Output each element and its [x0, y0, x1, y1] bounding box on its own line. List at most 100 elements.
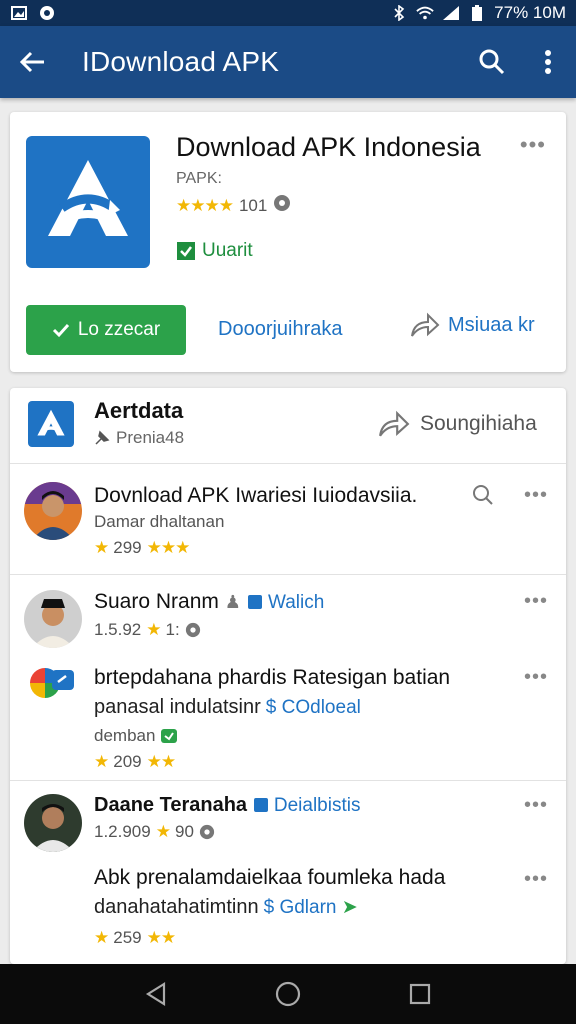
- battery-icon: [468, 5, 486, 21]
- star-icon: ★: [146, 620, 161, 639]
- wifi-icon: [416, 5, 434, 21]
- nav-home-button[interactable]: [268, 974, 308, 1014]
- review-more-button[interactable]: •••: [524, 868, 548, 891]
- pin-icon: [95, 430, 110, 445]
- rating-row: ★★★★ 101: [176, 194, 291, 217]
- more-vert-icon: [545, 50, 551, 74]
- review-rating-num: 299: [113, 538, 142, 557]
- bluetooth-icon: [390, 5, 408, 21]
- review-stars: ★★: [146, 928, 177, 947]
- verified-badge: Uuarit: [176, 240, 253, 262]
- section-subtitle-text: Prenia48: [116, 428, 185, 447]
- info-icon: [273, 194, 291, 217]
- review-item[interactable]: Daane Teranaha Deialbistis ••• 1.2.909 ★…: [10, 782, 566, 858]
- card-more-button[interactable]: •••: [520, 132, 546, 158]
- section-app-icon: [28, 401, 74, 447]
- search-icon[interactable]: [472, 484, 494, 506]
- app-notification-icon: [38, 5, 56, 21]
- app-bar: IDownload APK: [0, 26, 576, 98]
- image-notification-icon: [10, 5, 28, 21]
- review-item[interactable]: Suaro Nranm ♟ Walich ••• 1.5.92 ★ 1:: [10, 576, 566, 656]
- overflow-menu-button[interactable]: [520, 26, 576, 98]
- review-author: demban: [94, 726, 178, 746]
- review-rating: ★ 209 ★★: [94, 752, 176, 771]
- star-icon: ★: [94, 928, 109, 947]
- review-badge: $ Gdlarn ➤: [263, 897, 358, 918]
- tag-icon: ➤: [341, 897, 358, 918]
- download-link[interactable]: Dooorjuihraka: [218, 318, 343, 341]
- review-more-button[interactable]: •••: [524, 590, 548, 613]
- apk-logo-small-icon: [37, 409, 65, 436]
- person-icon: ♟: [224, 592, 241, 612]
- review-badge: $ COdloeal: [265, 696, 361, 718]
- verified-label: Uuarit: [202, 240, 253, 261]
- checkbox-icon: [177, 242, 195, 260]
- section-share-button[interactable]: Soungihiaha: [378, 410, 537, 438]
- star-icon: ★: [155, 822, 171, 841]
- developer-name: PAPK:: [176, 170, 222, 187]
- review-author-name: Daane Teranaha Deialbistis: [94, 794, 361, 816]
- app-icon: [26, 136, 150, 268]
- review-title: brtepdahana phardis Ratesigan batian: [94, 666, 451, 689]
- search-button[interactable]: [464, 26, 520, 98]
- apk-logo-icon: [48, 160, 128, 236]
- back-button[interactable]: [0, 26, 64, 98]
- review-more-button[interactable]: •••: [524, 794, 548, 817]
- share-label: Msiuaa kr: [448, 313, 535, 336]
- app-name: Download APK Indonesia: [176, 132, 481, 162]
- google-logo: [26, 664, 76, 702]
- divider: [10, 574, 566, 575]
- review-item[interactable]: Abk prenalamdaielkaa foumleka hada ••• d…: [10, 858, 566, 964]
- avatar: [24, 590, 82, 648]
- share-button[interactable]: Msiuaa kr: [410, 312, 535, 338]
- reply-icon: [161, 729, 178, 743]
- star-icon: ★: [94, 752, 109, 771]
- search-icon: [479, 49, 505, 75]
- badge-icon: [253, 798, 268, 812]
- reviews-card: Aertdata Prenia48 Soungihiaha Dovnload A…: [10, 388, 566, 964]
- share-icon: [379, 410, 410, 437]
- review-meta: 1.5.92 ★ 1:: [94, 620, 201, 640]
- back-arrow-icon: [19, 51, 44, 73]
- status-text: 77% 10M: [494, 3, 566, 22]
- divider: [10, 780, 566, 781]
- review-author: Damar dhaltanan: [94, 512, 225, 531]
- install-button[interactable]: Lo zzecar: [26, 305, 186, 355]
- section-header: Aertdata Prenia48 Soungihiaha: [10, 388, 566, 464]
- review-rating: ★ 259 ★★: [94, 928, 177, 947]
- star-icon: ★: [94, 538, 109, 557]
- review-author-name: Suaro Nranm ♟ Walich: [94, 590, 325, 613]
- review-rating: ★ 299 ★★★: [94, 538, 191, 558]
- nav-back-icon: [145, 982, 166, 1006]
- system-nav-bar: [0, 964, 576, 1024]
- review-badge: Walich: [247, 592, 324, 613]
- review-more-button[interactable]: •••: [524, 666, 548, 689]
- review-item[interactable]: brtepdahana phardis Ratesigan batian •••…: [10, 656, 566, 780]
- section-subtitle: Prenia48: [94, 428, 184, 448]
- rating-stars: ★★★★: [176, 195, 234, 215]
- app-card: Download APK Indonesia PAPK: ★★★★ 101 Uu…: [10, 112, 566, 372]
- info-icon: [185, 622, 200, 638]
- app-bar-title: IDownload APK: [82, 46, 280, 77]
- review-stars: ★★★: [146, 538, 191, 557]
- dollar-icon: $: [263, 897, 275, 918]
- review-more-button[interactable]: •••: [524, 484, 548, 507]
- signal-icon: [442, 5, 460, 21]
- section-share-label: Soungihiaha: [420, 412, 537, 435]
- nav-back-button[interactable]: [136, 974, 176, 1014]
- badge-icon: [247, 595, 262, 609]
- review-body: danahatahatimtinn $ Gdlarn ➤: [94, 896, 358, 918]
- info-icon: [199, 824, 215, 840]
- rating-count: 101: [238, 195, 268, 215]
- review-badge: Deialbistis: [253, 795, 360, 816]
- review-item[interactable]: Dovnload APK Iwariesi Iuiodavsiia. ••• D…: [10, 464, 566, 576]
- nav-home-icon: [275, 981, 301, 1007]
- review-meta: 1.2.909 ★ 90: [94, 822, 215, 842]
- share-icon: [411, 312, 440, 337]
- status-bar: 77% 10M: [0, 0, 576, 26]
- section-title: Aertdata: [94, 398, 184, 423]
- nav-recents-button[interactable]: [400, 974, 440, 1014]
- dollar-icon: $: [265, 696, 277, 718]
- nav-recents-icon: [409, 983, 431, 1005]
- avatar: [24, 482, 82, 540]
